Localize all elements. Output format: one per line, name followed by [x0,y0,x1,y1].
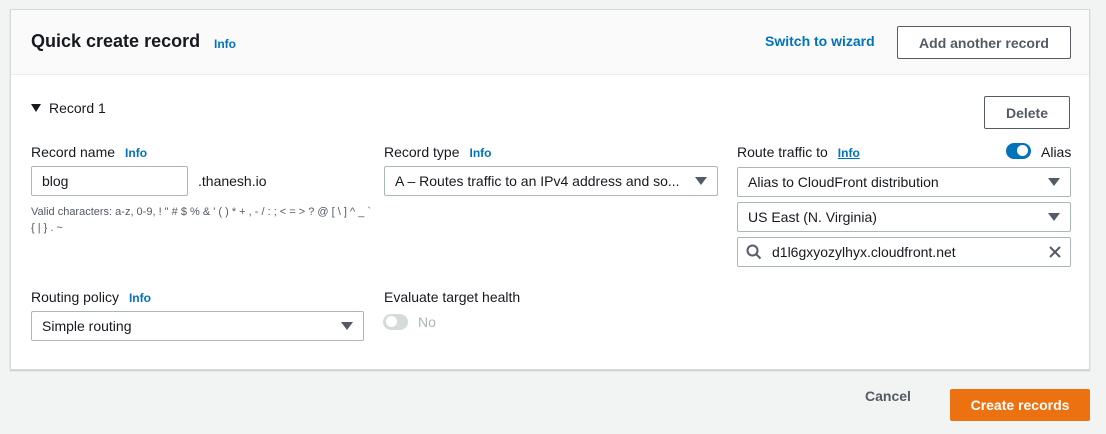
routing-policy-label: Routing policy Info [31,289,151,305]
domain-suffix: .thanesh.io [198,173,267,189]
delete-record-button[interactable]: Delete [984,96,1070,129]
dropdown-arrow-icon [1048,178,1060,186]
record-type-value: A – Routes traffic to an IPv4 address an… [395,173,680,189]
toggle-switch-icon [386,316,397,327]
panel-header: Quick create record Info Switch to wizar… [11,10,1089,75]
routing-policy-select[interactable]: Simple routing [31,311,364,341]
evaluate-health-value: No [418,314,436,330]
cancel-button[interactable]: Cancel [865,388,911,404]
dropdown-arrow-icon [1048,213,1060,221]
clear-icon[interactable] [1048,245,1062,259]
search-icon [746,244,762,260]
alias-label: Alias [1041,144,1072,160]
endpoint-value: d1l6gxyozylhyx.cloudfront.net [772,244,956,260]
header-info-link[interactable]: Info [214,37,236,51]
record-name-input[interactable]: blog [31,166,188,196]
toggle-switch-icon [1017,145,1028,156]
alias-toggle[interactable] [1006,143,1031,159]
record-type-label-text: Record type [384,144,460,160]
record-name-label: Record name Info [31,144,147,160]
add-another-record-button[interactable]: Add another record [897,26,1071,59]
route-traffic-label: Route traffic to Info [737,144,860,160]
route-target-type-value: Alias to CloudFront distribution [748,174,939,190]
record-name-label-text: Record name [31,144,116,160]
route-target-type-select[interactable]: Alias to CloudFront distribution [737,167,1071,197]
record-1-label: Record 1 [49,100,106,116]
dropdown-arrow-icon [341,322,353,330]
region-value: US East (N. Virginia) [748,209,877,225]
switch-to-wizard-link[interactable]: Switch to wizard [765,33,875,49]
dropdown-arrow-icon [695,177,707,185]
routing-policy-value: Simple routing [42,318,132,334]
valid-characters-hint: Valid characters: a-z, 0-9, ! " # $ % & … [31,206,372,234]
endpoint-search-input[interactable]: d1l6gxyozylhyx.cloudfront.net [737,237,1071,267]
region-select[interactable]: US East (N. Virginia) [737,202,1071,232]
record-type-label: Record type Info [384,144,491,160]
quick-create-panel: Quick create record Info Switch to wizar… [10,9,1090,370]
record-type-info-link[interactable]: Info [469,146,491,160]
routing-policy-info-link[interactable]: Info [129,291,151,305]
route-traffic-info-link[interactable]: Info [838,146,860,160]
evaluate-health-toggle[interactable] [383,314,408,330]
record-name-info-link[interactable]: Info [125,146,147,160]
caret-down-icon [31,104,41,112]
page-title: Quick create record [31,31,201,51]
routing-policy-label-text: Routing policy [31,289,119,305]
create-records-button[interactable]: Create records [950,389,1090,421]
record-1-expander[interactable]: Record 1 [31,100,106,116]
route-traffic-label-text: Route traffic to [737,144,828,160]
record-type-select[interactable]: A – Routes traffic to an IPv4 address an… [384,166,718,196]
evaluate-health-label: Evaluate target health [384,289,521,305]
